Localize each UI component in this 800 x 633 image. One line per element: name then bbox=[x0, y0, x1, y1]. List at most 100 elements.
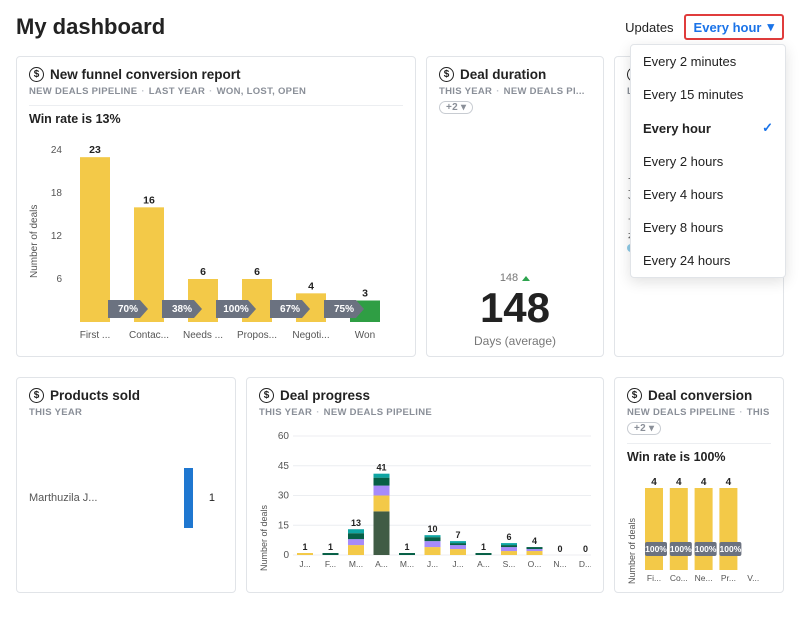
updates-control: Updates Every hour ▾ bbox=[625, 14, 784, 40]
frequency-value: Every hour bbox=[694, 20, 762, 35]
card-title: Deal duration bbox=[460, 67, 546, 82]
card-filters: NEW DEALS PIPELINE· LAST YEAR· WON, LOST… bbox=[29, 86, 403, 97]
svg-text:100%: 100% bbox=[645, 544, 667, 554]
check-icon: ✓ bbox=[762, 120, 773, 136]
svg-text:30: 30 bbox=[278, 491, 290, 502]
card-deal-duration: $ Deal duration THIS YEAR· NEW DEALS PI.… bbox=[426, 56, 604, 357]
svg-text:0: 0 bbox=[583, 544, 588, 554]
card-title: Deal progress bbox=[280, 388, 370, 403]
card-title: New funnel conversion report bbox=[50, 67, 241, 82]
svg-text:100%: 100% bbox=[223, 304, 249, 315]
svg-text:45: 45 bbox=[278, 461, 290, 472]
svg-text:4: 4 bbox=[651, 477, 657, 488]
filter-badge[interactable]: +2 ▾ bbox=[627, 422, 661, 435]
chevron-down-icon: ▾ bbox=[649, 423, 654, 434]
svg-text:38%: 38% bbox=[172, 304, 192, 315]
svg-text:Won: Won bbox=[355, 330, 375, 341]
dollar-icon: $ bbox=[439, 67, 454, 82]
svg-text:F...: F... bbox=[325, 559, 336, 569]
updates-label: Updates bbox=[625, 20, 673, 35]
conversion-chart: 4Fi...4Co...4Ne...4Pr...V...100%100%100%… bbox=[637, 474, 767, 584]
svg-text:4: 4 bbox=[676, 477, 682, 488]
svg-text:6: 6 bbox=[506, 532, 511, 542]
svg-text:Contac...: Contac... bbox=[129, 330, 169, 341]
dollar-icon: $ bbox=[29, 388, 44, 403]
dropdown-option[interactable]: Every 4 hours bbox=[631, 178, 785, 211]
card-filters: THIS YEAR bbox=[29, 407, 223, 418]
svg-text:75%: 75% bbox=[334, 304, 354, 315]
svg-text:13: 13 bbox=[351, 518, 361, 528]
card-funnel-conversion: $ New funnel conversion report NEW DEALS… bbox=[16, 56, 416, 357]
card-deal-progress: $ Deal progress THIS YEAR· NEW DEALS PIP… bbox=[246, 377, 604, 593]
svg-text:4: 4 bbox=[308, 280, 314, 292]
dollar-icon: $ bbox=[259, 388, 274, 403]
dropdown-option[interactable]: Every 2 hours bbox=[631, 145, 785, 178]
svg-text:12: 12 bbox=[51, 231, 63, 242]
svg-text:J...: J... bbox=[452, 559, 463, 569]
svg-text:6: 6 bbox=[254, 266, 260, 278]
card-filters: THIS YEAR· NEW DEALS PI... +2 ▾ bbox=[439, 86, 591, 114]
svg-text:Propos...: Propos... bbox=[237, 330, 277, 341]
dropdown-option[interactable]: Every 24 hours bbox=[631, 244, 785, 277]
svg-text:Needs ...: Needs ... bbox=[183, 330, 223, 341]
svg-text:24: 24 bbox=[51, 145, 63, 156]
product-row: Marthuzila J... 1 bbox=[29, 468, 223, 528]
progress-chart: 6045301501J...1F...13M...41A...1M...10J.… bbox=[269, 426, 591, 571]
win-rate: Win rate is 100% bbox=[627, 443, 771, 474]
metric-label: Days (average) bbox=[439, 334, 591, 348]
page-title: My dashboard bbox=[16, 14, 165, 40]
svg-text:D...: D... bbox=[579, 559, 591, 569]
product-bar bbox=[184, 468, 193, 528]
svg-text:23: 23 bbox=[89, 144, 101, 156]
svg-text:Co...: Co... bbox=[670, 573, 688, 583]
dropdown-option[interactable]: Every 2 minutes bbox=[631, 45, 785, 78]
dropdown-option[interactable]: Every 8 hours bbox=[631, 211, 785, 244]
card-title: Products sold bbox=[50, 388, 140, 403]
svg-text:100%: 100% bbox=[695, 544, 717, 554]
svg-text:67%: 67% bbox=[280, 304, 300, 315]
svg-text:J...: J... bbox=[427, 559, 438, 569]
frequency-dropdown[interactable]: Every 2 minutesEvery 15 minutesEvery hou… bbox=[630, 44, 786, 278]
card-products-sold: $ Products sold THIS YEAR Marthuzila J..… bbox=[16, 377, 236, 593]
dropdown-option[interactable]: Every 15 minutes bbox=[631, 78, 785, 111]
svg-text:15: 15 bbox=[278, 520, 290, 531]
metric-value: 148 bbox=[439, 284, 591, 332]
svg-text:70%: 70% bbox=[118, 304, 138, 315]
svg-text:N...: N... bbox=[553, 559, 566, 569]
svg-text:6: 6 bbox=[200, 266, 206, 278]
y-axis-label: Number of deals bbox=[259, 426, 269, 571]
y-axis-label: Number of deals bbox=[29, 136, 40, 346]
svg-text:Negoti...: Negoti... bbox=[292, 330, 329, 341]
product-label: Marthuzila J... bbox=[29, 492, 99, 504]
svg-text:100%: 100% bbox=[720, 544, 742, 554]
card-deal-conversion: $ Deal conversion NEW DEALS PIPELINE· TH… bbox=[614, 377, 784, 593]
dropdown-option[interactable]: Every hour✓ bbox=[631, 111, 785, 145]
svg-text:60: 60 bbox=[278, 431, 290, 442]
svg-text:Pr...: Pr... bbox=[721, 573, 736, 583]
svg-text:3: 3 bbox=[362, 288, 368, 300]
chevron-down-icon: ▾ bbox=[767, 19, 774, 35]
filter-badge[interactable]: +2 ▾ bbox=[439, 101, 473, 114]
svg-text:1: 1 bbox=[302, 542, 307, 552]
svg-text:0: 0 bbox=[283, 550, 289, 561]
funnel-chart: 241812623First ...16Contac...6Needs ...6… bbox=[40, 136, 400, 346]
svg-text:18: 18 bbox=[51, 188, 63, 199]
svg-text:M...: M... bbox=[400, 559, 414, 569]
svg-text:4: 4 bbox=[726, 477, 732, 488]
svg-text:10: 10 bbox=[427, 524, 437, 534]
card-filters: THIS YEAR· NEW DEALS PIPELINE bbox=[259, 407, 591, 418]
svg-text:First ...: First ... bbox=[80, 330, 111, 341]
product-value: 1 bbox=[209, 492, 215, 504]
svg-text:V...: V... bbox=[747, 573, 759, 583]
svg-text:1: 1 bbox=[404, 542, 409, 552]
dollar-icon: $ bbox=[627, 388, 642, 403]
svg-text:Fi...: Fi... bbox=[647, 573, 661, 583]
svg-text:0: 0 bbox=[557, 544, 562, 554]
dollar-icon: $ bbox=[29, 67, 44, 82]
svg-text:J...: J... bbox=[299, 559, 310, 569]
trend-value: 148 bbox=[439, 272, 591, 284]
svg-text:M...: M... bbox=[349, 559, 363, 569]
frequency-dropdown-button[interactable]: Every hour ▾ bbox=[684, 14, 784, 40]
svg-text:A...: A... bbox=[375, 559, 388, 569]
svg-text:1: 1 bbox=[328, 542, 333, 552]
